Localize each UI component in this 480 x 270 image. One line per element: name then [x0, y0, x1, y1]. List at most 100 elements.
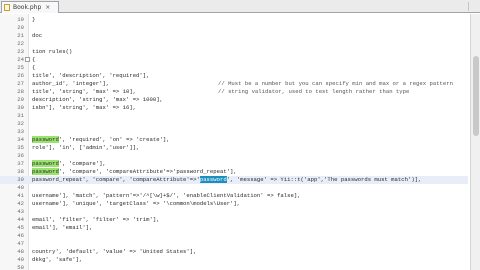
code-line[interactable]: 44 email', 'filter', 'filter' => 'trim'],	[0, 216, 468, 224]
code-line[interactable]: 29 description', 'string', 'max' => 1000]…	[0, 96, 468, 104]
line-number: 22	[17, 40, 24, 47]
code-text: title', 'description', 'required'],	[32, 72, 150, 79]
line-number: 35	[17, 144, 24, 151]
line-number: 37	[17, 160, 24, 167]
line-number: 46	[17, 232, 24, 239]
search-match-highlight: password	[32, 160, 59, 167]
line-number: 30	[17, 104, 24, 111]
line-number: 26	[17, 72, 24, 79]
line-number: 32	[17, 120, 24, 127]
line-number: 49	[17, 256, 24, 263]
line-number: 38	[17, 168, 24, 175]
code-text: country', 'default', 'value' => 'United …	[32, 248, 197, 255]
editor-tab-bar: Book.php ×	[0, 0, 480, 13]
line-number: 40	[17, 184, 24, 191]
line-number: 33	[17, 128, 24, 135]
vertical-scrollbar[interactable]	[470, 14, 480, 270]
line-number: 31	[17, 112, 24, 119]
line-number: 34	[17, 136, 24, 143]
close-icon[interactable]: ×	[45, 4, 50, 11]
line-number: 36	[17, 152, 24, 159]
line-number: 28	[17, 88, 24, 95]
selected-text: password	[199, 176, 227, 183]
code-line[interactable]: 40	[0, 184, 468, 192]
scrollbar-thumb[interactable]	[473, 56, 479, 136]
code-text: password', 'compare'],	[32, 160, 106, 167]
line-number: 50	[17, 264, 24, 270]
code-line[interactable]: 31	[0, 112, 468, 120]
line-number: 41	[17, 192, 24, 199]
code-text: description', 'string', 'max' => 1000],	[32, 96, 163, 103]
code-text: doc	[32, 32, 43, 39]
code-line[interactable]: 38 password', 'compare', 'compareAttribut…	[0, 168, 468, 176]
code-text: email'], 'email'],	[32, 224, 93, 231]
line-number: 29	[17, 96, 24, 103]
code-line[interactable]: 33	[0, 128, 468, 136]
code-text: {	[32, 56, 36, 63]
code-line[interactable]: 49 dkkg', 'safe'],	[0, 256, 468, 264]
tab-bar-divider	[468, 2, 477, 11]
fold-toggle-icon[interactable]	[25, 57, 30, 62]
code-text: dkkg', 'safe'],	[32, 256, 83, 263]
code-line[interactable]: 50	[0, 264, 468, 270]
code-comment: // Must be a number but you can specify …	[218, 80, 453, 87]
line-number: 27	[17, 80, 24, 87]
code-line[interactable]: 36	[0, 152, 468, 160]
code-line[interactable]: 27 author_id', 'integer'], // Must be a nu…	[0, 80, 468, 88]
line-number: 20	[17, 24, 24, 31]
code-line[interactable]: 43	[0, 208, 468, 216]
code-line[interactable]: 45 email'], 'email'],	[0, 224, 468, 232]
code-line[interactable]: 24 {	[0, 56, 468, 64]
code-line[interactable]: 28 title', 'string', 'max' => 10], // stri…	[0, 88, 468, 96]
code-line[interactable]: 20	[0, 24, 468, 32]
code-line[interactable]: 34 password', 'required', 'on' => 'create…	[0, 136, 468, 144]
search-match-highlight: password	[32, 168, 59, 175]
code-line[interactable]: 22	[0, 40, 468, 48]
code-text: tion rules()	[32, 48, 73, 55]
code-text: role'], 'in', ['admin','user']],	[32, 144, 140, 151]
tab-book-php[interactable]: Book.php ×	[1, 1, 59, 13]
code-text: password', 'compare', 'compareAttribute'…	[32, 168, 237, 175]
tab-label: Book.php	[13, 4, 42, 11]
line-number: 21	[17, 32, 24, 39]
line-number: 39	[17, 176, 24, 183]
code-text: password', 'required', 'on' => 'create']…	[32, 136, 170, 143]
line-number: 45	[17, 224, 24, 231]
code-line[interactable]: 19}	[0, 16, 468, 24]
code-line[interactable]: 48 country', 'default', 'value' => 'Unite…	[0, 248, 468, 256]
code-line[interactable]: 25 {	[0, 64, 468, 72]
line-number: 42	[17, 200, 24, 207]
code-text: author_id', 'integer'],	[32, 80, 110, 87]
line-number: 48	[17, 248, 24, 255]
code-text: }	[32, 16, 36, 23]
code-line[interactable]: 21 doc	[0, 32, 468, 40]
line-number: 23	[17, 48, 24, 55]
line-number: 47	[17, 240, 24, 247]
line-number: 43	[17, 208, 24, 215]
code-line[interactable]: 30 isbn'], 'string', 'max' => 16],	[0, 104, 468, 112]
code-text: username'], 'match', 'pattern'=>'/^[\w]+…	[32, 192, 301, 199]
code-line[interactable]: 42 username'], 'unique', 'targetClass' =>…	[0, 200, 468, 208]
code-text: email', 'filter', 'filter' => 'trim'],	[32, 216, 160, 223]
code-text: {	[32, 64, 36, 71]
line-number: 24	[17, 56, 24, 63]
code-text: username'], 'unique', 'targetClass' => '…	[32, 200, 241, 207]
code-line[interactable]: 46	[0, 232, 468, 240]
code-comment: // string validator, used to test length…	[218, 88, 410, 95]
code-editor[interactable]: 19} 20 21 doc 22 23 tion rules() 24{25{26 title'…	[0, 14, 480, 270]
code-line[interactable]: 37 password', 'compare'],	[0, 160, 468, 168]
code-line[interactable]: 47	[0, 240, 468, 248]
code-line[interactable]: 35 role'], 'in', ['admin','user']],	[0, 144, 468, 152]
line-number: 25	[17, 64, 24, 71]
code-line[interactable]: 39 password_repeat', 'compare', 'compareA…	[0, 176, 468, 184]
code-line[interactable]: 32	[0, 120, 468, 128]
line-number: 19	[17, 16, 24, 23]
code-text: password_repeat', 'compare', 'compareAtt…	[32, 176, 422, 183]
php-file-icon	[4, 4, 10, 11]
code-line[interactable]: 41 username'], 'match', 'pattern'=>'/^[\w…	[0, 192, 468, 200]
code-line[interactable]: 26 title', 'description', 'required'],	[0, 72, 468, 80]
line-number: 44	[17, 216, 24, 223]
code-text: title', 'string', 'max' => 10],	[32, 88, 137, 95]
code-text: isbn'], 'string', 'max' => 16],	[32, 104, 137, 111]
code-line[interactable]: 23 tion rules()	[0, 48, 468, 56]
